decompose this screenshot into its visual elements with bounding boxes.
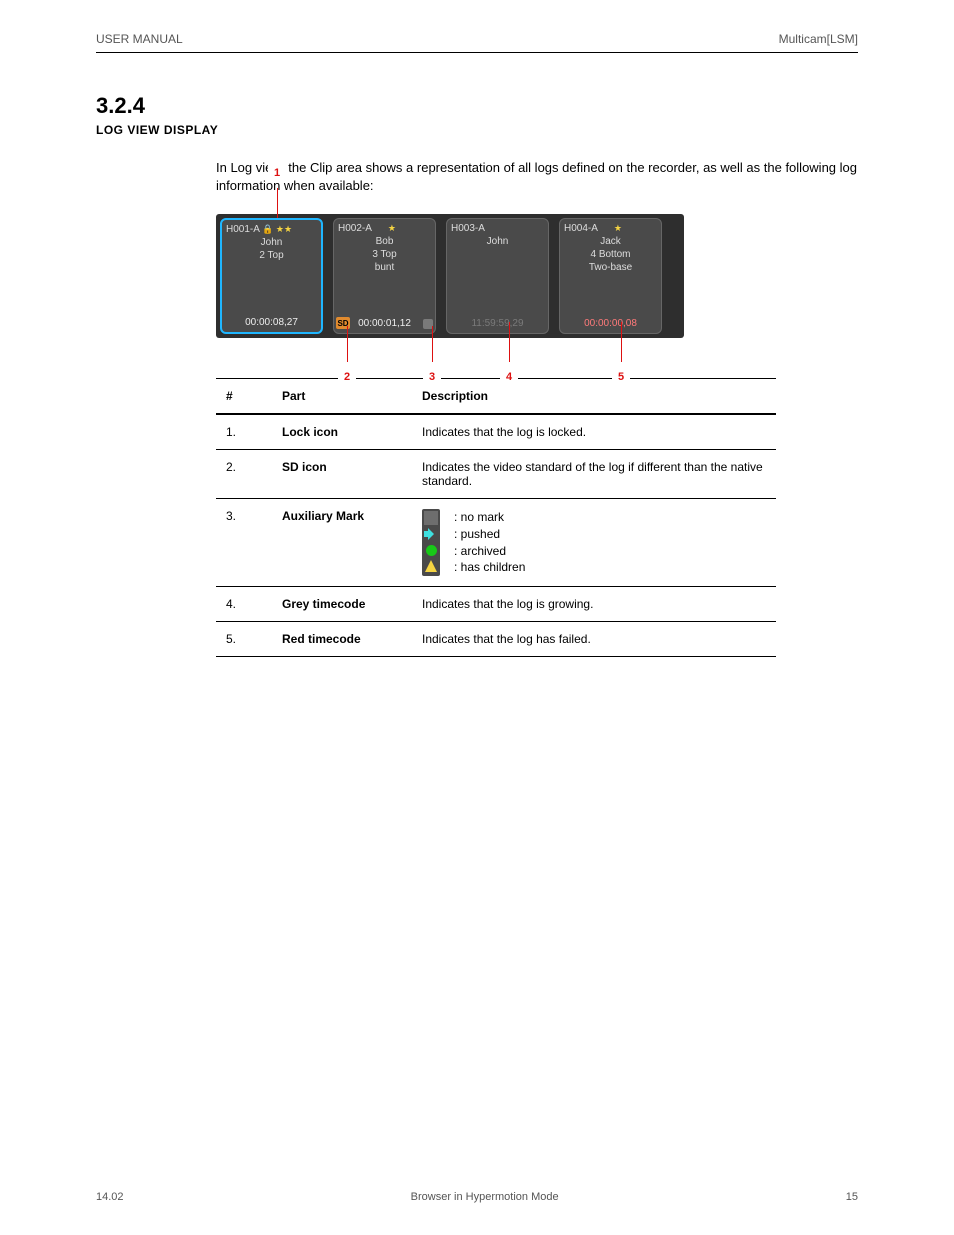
timecode: 00:00:01,12 [334,318,435,329]
clip-thumbnail[interactable]: H001-A 🔒 ★★ John 2 Top 00:00:08,27 [220,218,323,334]
header-left: USER MANUAL [96,32,183,46]
lock-icon: 🔒 [263,225,273,235]
clip-thumbnail[interactable]: H004-A ★ Jack 4 Bottom Two-base 00:00:00… [559,218,662,334]
clip-thumbnail[interactable]: H003-A John 11:59:59,29 [446,218,549,334]
header-rule [96,52,858,53]
footer-center: Browser in Hypermotion Mode [411,1191,559,1203]
section-intro: In Log view, the Clip area shows a repre… [216,159,858,194]
table-row: 5. Red timecode Indicates that the log h… [216,622,776,657]
running-header: USER MANUAL Multicam[LSM] [96,0,858,46]
star-icon: ★ [614,223,622,234]
clip-thumbnail[interactable]: H002-A ★ Bob 3 Top bunt SD 00:00:01,12 [333,218,436,334]
table-row: 4. Grey timecode Indicates that the log … [216,587,776,622]
aux-mark-legend-icons [422,509,440,576]
footer-left: 14.02 [96,1191,124,1203]
clip-screenshot: 1 H001-A 🔒 ★★ John 2 Top 00:00:08,27 H00… [216,214,858,338]
has-children-icon [424,559,438,573]
table-row: 2. SD icon Indicates the video standard … [216,450,776,499]
archived-icon [424,543,438,557]
section-subtitle: LOG VIEW DISPLAY [96,123,858,137]
callout-4: 4 [509,322,510,362]
star-icon: ★★ [276,224,292,235]
callout-2: 2 [347,326,348,362]
star-icon: ★ [388,223,396,234]
header-right: Multicam[LSM] [779,32,858,46]
legend-table: # Part Description 1. Lock icon Indicate… [216,378,776,657]
page-footer: 14.02 Browser in Hypermotion Mode 15 [96,1191,858,1203]
callout-3: 3 [432,326,433,362]
th-desc: Description [412,379,776,415]
timecode-growing: 11:59:59,29 [447,318,548,329]
pushed-icon [424,527,438,541]
table-row: 3. Auxiliary Mark [216,499,776,587]
callout-5: 5 [621,322,622,362]
timecode-failed: 00:00:00,08 [560,318,661,329]
table-row: 1. Lock icon Indicates that the log is l… [216,414,776,450]
th-number: # [216,379,272,415]
clip-row: H001-A 🔒 ★★ John 2 Top 00:00:08,27 H002-… [216,214,684,338]
footer-right: 15 [846,1191,858,1203]
section-number: 3.2.4 [96,93,858,119]
no-mark-icon [424,511,438,525]
timecode: 00:00:08,27 [222,317,321,328]
